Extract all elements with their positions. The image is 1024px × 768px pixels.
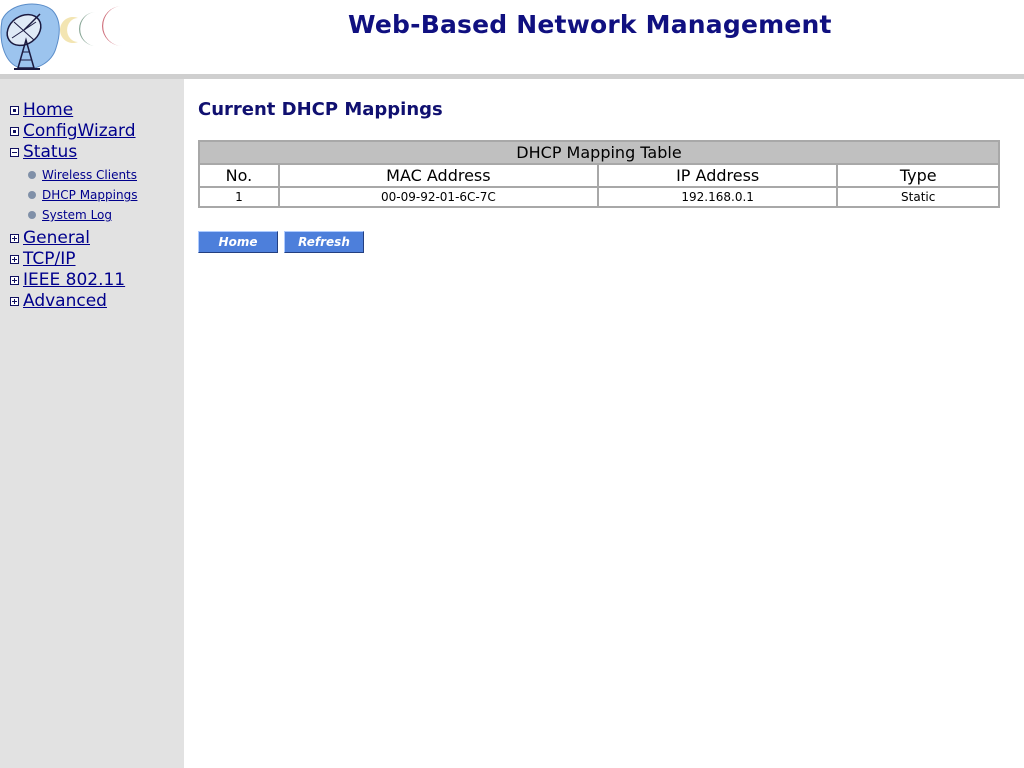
sidebar-item-label[interactable]: Status (23, 142, 77, 162)
round-bullet-icon (28, 211, 36, 219)
site-title: Web-Based Network Management (348, 10, 832, 39)
plus-box-icon[interactable] (10, 296, 19, 306)
round-bullet-icon (28, 171, 36, 179)
sidebar-subitem-wireless-clients[interactable]: Wireless Clients (28, 167, 137, 183)
dot-box-icon (10, 126, 19, 136)
sidebar-item-advanced[interactable]: Advanced (10, 291, 107, 311)
table-row: 1 00-09-92-01-6C-7C 192.168.0.1 Static (198, 186, 1000, 208)
sidebar-subitem-label[interactable]: System Log (42, 208, 112, 222)
table-caption: DHCP Mapping Table (198, 140, 1000, 165)
sidebar-item-label[interactable]: Advanced (23, 291, 107, 311)
plus-box-icon[interactable] (10, 275, 19, 285)
table-header-row: No. MAC Address IP Address Type (198, 163, 1000, 188)
sidebar-subitem-label[interactable]: Wireless Clients (42, 168, 137, 182)
page-title: Current DHCP Mappings (198, 99, 443, 120)
sidebar-item-label[interactable]: General (23, 228, 90, 248)
sidebar-item-label[interactable]: TCP/IP (23, 249, 76, 269)
round-bullet-icon (28, 191, 36, 199)
sidebar-item-configwizard[interactable]: ConfigWizard (10, 121, 136, 141)
column-header-ip: IP Address (596, 163, 839, 188)
column-header-type: Type (836, 163, 1000, 188)
dot-box-icon (10, 105, 19, 115)
sidebar-item-ieee-80211[interactable]: IEEE 802.11 (10, 270, 125, 290)
plus-box-icon[interactable] (10, 233, 19, 243)
sidebar-subitem-dhcp-mappings[interactable]: DHCP Mappings (28, 187, 137, 203)
plus-box-icon[interactable] (10, 254, 19, 264)
header: Web-Based Network Management (0, 0, 1024, 74)
sidebar-item-home[interactable]: Home (10, 100, 73, 120)
sidebar-item-tcpip[interactable]: TCP/IP (10, 249, 76, 269)
sidebar-item-status[interactable]: Status (10, 142, 77, 162)
refresh-button[interactable]: Refresh (284, 231, 364, 253)
column-header-no: No. (198, 163, 280, 188)
sidebar-subitem-label[interactable]: DHCP Mappings (42, 188, 137, 202)
cell-ip-address: 192.168.0.1 (596, 186, 839, 208)
cell-no: 1 (198, 186, 280, 208)
cell-mac-address: 00-09-92-01-6C-7C (277, 186, 599, 208)
sidebar-item-label[interactable]: ConfigWizard (23, 121, 136, 141)
column-header-mac: MAC Address (277, 163, 599, 188)
sidebar-subitem-system-log[interactable]: System Log (28, 207, 112, 223)
cell-type: Static (836, 186, 1000, 208)
minus-box-icon[interactable] (10, 147, 19, 157)
sidebar-item-label[interactable]: IEEE 802.11 (23, 270, 125, 290)
satellite-dish-logo-icon (0, 3, 122, 70)
table-caption-row: DHCP Mapping Table (198, 140, 1000, 165)
home-button[interactable]: Home (198, 231, 278, 253)
sidebar-item-general[interactable]: General (10, 228, 90, 248)
dhcp-mapping-table: DHCP Mapping Table No. MAC Address IP Ad… (198, 140, 1000, 208)
sidebar-item-label[interactable]: Home (23, 100, 73, 120)
